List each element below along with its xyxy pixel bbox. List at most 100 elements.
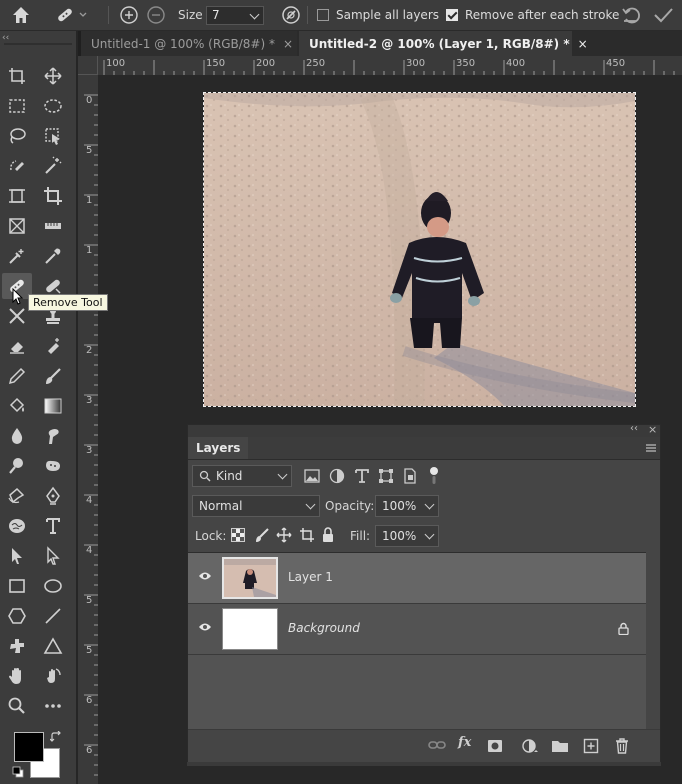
color-sampler-icon[interactable] [2, 243, 32, 269]
direct-selection-icon[interactable] [38, 543, 68, 569]
blur-tool-icon[interactable] [2, 423, 32, 449]
eye-visibility-icon[interactable] [198, 571, 212, 581]
blend-mode-dropdown[interactable]: Normal [192, 495, 320, 517]
collapse-panel-icon[interactable]: ‹‹ [630, 423, 638, 434]
pencil-icon[interactable] [2, 363, 32, 389]
filter-kind-dropdown[interactable]: Kind [192, 465, 292, 487]
collapse-panel-icon[interactable]: ‹‹ [2, 33, 9, 43]
path-selection-icon[interactable] [2, 543, 32, 569]
layers-scrollbar[interactable] [646, 552, 660, 729]
rectangular-marquee-icon[interactable] [2, 93, 32, 119]
lasso-tool-icon[interactable] [2, 123, 32, 149]
new-adjustment-layer-icon[interactable] [521, 738, 539, 757]
magic-wand-icon[interactable] [38, 153, 68, 179]
size-input[interactable]: 7 [206, 5, 264, 25]
hand-tool-icon[interactable] [2, 663, 32, 689]
custom-shape-icon[interactable] [2, 633, 32, 659]
add-mask-icon[interactable] [487, 739, 503, 756]
swap-colors-icon[interactable] [49, 730, 62, 746]
filter-toggle-icon[interactable] [429, 466, 439, 489]
line-tool-icon[interactable] [38, 603, 68, 629]
object-selection-icon[interactable] [38, 123, 68, 149]
layer-style-fx-icon[interactable]: fx [458, 735, 471, 750]
smudge-tool-icon[interactable] [38, 423, 68, 449]
subtract-brush-size-icon[interactable] [146, 0, 166, 30]
tab-untitled-1[interactable]: Untitled-1 @ 100% (RGB/8#) * × [81, 31, 297, 56]
layers-tab[interactable]: Layers [188, 437, 249, 459]
shape-layer-filter-icon[interactable] [378, 468, 394, 487]
eye-visibility-icon[interactable] [198, 622, 212, 632]
sample-all-layers-check[interactable] [317, 9, 329, 21]
remove-after-stroke-check[interactable] [446, 9, 458, 21]
link-layers-icon[interactable] [428, 739, 446, 754]
quick-selection-icon[interactable] [2, 153, 32, 179]
pressure-size-icon[interactable] [281, 0, 301, 30]
remove-after-stroke-checkbox[interactable]: Remove after each stroke [446, 0, 619, 30]
frame-x-tool-icon[interactable] [2, 213, 32, 239]
eraser-icon[interactable] [2, 333, 32, 359]
crop-tool-icon[interactable] [38, 183, 68, 209]
panel-resize-grip[interactable] [187, 762, 661, 766]
lock-image-pixels-icon[interactable] [254, 527, 270, 546]
opacity-input[interactable]: 100% [375, 495, 439, 517]
default-colors-icon[interactable] [12, 766, 24, 781]
type-tool-icon[interactable] [38, 513, 68, 539]
document-image[interactable] [203, 92, 636, 407]
layer-name[interactable]: Layer 1 [288, 570, 333, 584]
type-layer-filter-icon[interactable] [354, 468, 370, 487]
close-tab-icon[interactable]: × [283, 37, 293, 51]
new-layer-icon[interactable] [583, 738, 599, 757]
triangle-tool-icon[interactable] [38, 633, 68, 659]
fill-input[interactable]: 100% [375, 525, 439, 547]
cancel-icon[interactable] [620, 0, 642, 30]
zoom-tool-icon[interactable] [2, 693, 32, 719]
tab-untitled-2[interactable]: Untitled-2 @ 100% (Layer 1, RGB/8#) * × [299, 31, 588, 56]
content-aware-brain-icon[interactable] [2, 513, 32, 539]
rectangle-tool-icon[interactable] [2, 573, 32, 599]
lock-artboard-icon[interactable] [299, 527, 315, 546]
pen-tool-icon[interactable] [38, 483, 68, 509]
freeform-pen-icon[interactable] [2, 483, 32, 509]
close-panel-icon[interactable]: × [648, 423, 657, 436]
add-brush-size-icon[interactable] [119, 0, 139, 30]
layer-thumbnail[interactable] [222, 608, 278, 650]
layer-row-layer-1[interactable]: Layer 1 [188, 553, 646, 604]
eyedropper-icon[interactable] [38, 243, 68, 269]
brush-icon[interactable] [38, 363, 68, 389]
sponge-tool-icon[interactable] [38, 453, 68, 479]
rotate-view-icon[interactable] [38, 663, 68, 689]
foreground-color-swatch[interactable] [14, 732, 44, 762]
history-brush-icon[interactable] [38, 333, 68, 359]
lock-transparent-pixels-icon[interactable] [231, 528, 245, 545]
panel-header-bar[interactable]: ‹‹ × [188, 423, 660, 437]
new-group-folder-icon[interactable] [551, 739, 569, 756]
sample-all-layers-checkbox[interactable]: Sample all layers [317, 0, 439, 30]
toolbar-grip[interactable] [4, 43, 72, 45]
smart-object-filter-icon[interactable] [402, 468, 418, 487]
pixel-layer-filter-icon[interactable] [304, 468, 320, 487]
remove-tool-preset-icon[interactable] [54, 0, 88, 30]
polygon-tool-icon[interactable] [2, 603, 32, 629]
gradient-tool-icon[interactable] [38, 393, 68, 419]
home-icon[interactable] [10, 0, 32, 30]
edit-toolbar-icon[interactable] [38, 693, 68, 719]
paint-bucket-icon[interactable] [2, 393, 32, 419]
panel-menu-icon[interactable] [646, 442, 656, 456]
dodge-tool-icon[interactable] [2, 453, 32, 479]
adjustment-layer-filter-icon[interactable] [329, 468, 345, 487]
lock-all-icon[interactable] [321, 527, 335, 546]
delete-layer-trash-icon[interactable] [615, 738, 629, 757]
move-tool-icon[interactable] [38, 63, 68, 89]
layer-row-background[interactable]: Background [188, 604, 646, 655]
layer-thumbnail[interactable] [222, 557, 278, 599]
ellipse-tool-icon[interactable] [38, 573, 68, 599]
commit-check-icon[interactable] [652, 0, 674, 30]
ruler-origin[interactable] [78, 56, 98, 75]
ruler-tool-icon[interactable] [38, 213, 68, 239]
artboard-tool-icon[interactable] [2, 63, 32, 89]
frame-tool-icon[interactable] [2, 183, 32, 209]
close-tab-icon[interactable]: × [578, 37, 588, 51]
elliptical-marquee-icon[interactable] [38, 93, 68, 119]
lock-position-icon[interactable] [276, 527, 292, 546]
layer-name[interactable]: Background [288, 621, 360, 635]
